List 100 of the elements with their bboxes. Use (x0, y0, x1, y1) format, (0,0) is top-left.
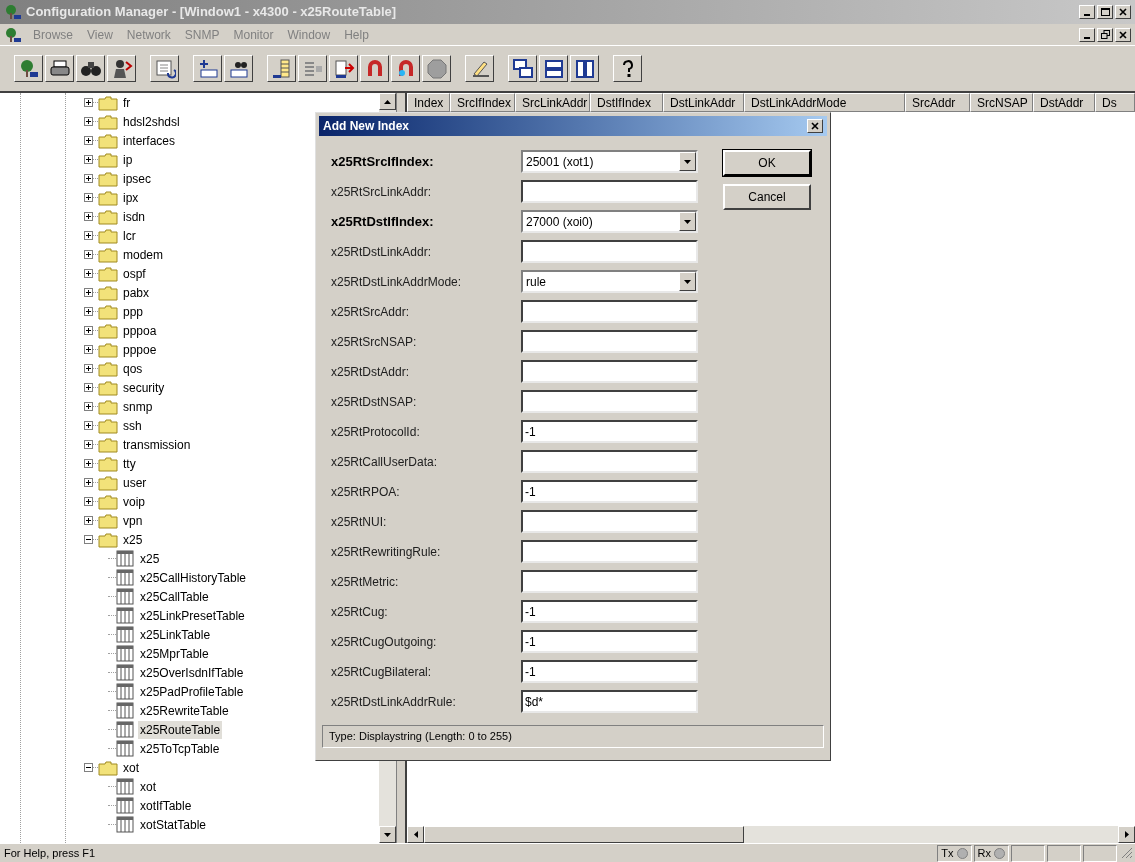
tree-item[interactable]: snmp (121, 397, 155, 416)
tree-item[interactable]: x25RewriteTable (138, 701, 231, 720)
tree-item[interactable]: xot (121, 758, 141, 777)
toolbar-button[interactable] (150, 55, 179, 82)
input-field[interactable] (521, 300, 698, 323)
toolbar-button[interactable] (570, 55, 599, 82)
restore-button[interactable] (1097, 27, 1113, 42)
toolbar-button[interactable] (193, 55, 222, 82)
tree-item[interactable]: interfaces (121, 131, 178, 150)
scroll-thumb[interactable] (424, 826, 744, 843)
tree-item[interactable]: ip (121, 150, 135, 169)
tree-item[interactable]: lcr (121, 226, 138, 245)
input-field[interactable]: $d* (521, 690, 698, 713)
tree-item[interactable]: transmission (121, 435, 193, 454)
expand-icon[interactable] (84, 136, 93, 145)
column-header[interactable]: DstLinkAddr (663, 93, 744, 112)
tree-item[interactable]: x25RouteTable (138, 720, 223, 739)
column-header[interactable]: Index (407, 93, 450, 112)
tree-item[interactable]: x25PadProfileTable (138, 682, 246, 701)
column-header[interactable]: SrcLinkAddr (515, 93, 590, 112)
column-header[interactable]: DstAddr (1033, 93, 1095, 112)
dropdown[interactable]: 25001 (xot1) (521, 150, 698, 173)
toolbar-button[interactable] (298, 55, 327, 82)
expand-icon[interactable] (84, 288, 93, 297)
toolbar-button[interactable] (539, 55, 568, 82)
expand-icon[interactable] (84, 117, 93, 126)
expand-icon[interactable] (84, 231, 93, 240)
expand-icon[interactable] (84, 98, 93, 107)
expand-icon[interactable] (84, 326, 93, 335)
toolbar-button[interactable] (329, 55, 358, 82)
input-field[interactable]: -1 (521, 480, 698, 503)
expand-icon[interactable] (84, 402, 93, 411)
toolbar-button[interactable] (267, 55, 296, 82)
tree-item[interactable]: x25 (121, 530, 145, 549)
toolbar-button[interactable] (508, 55, 537, 82)
tree-item[interactable]: x25LinkPresetTable (138, 606, 247, 625)
tree-item[interactable]: pppoa (121, 321, 159, 340)
expand-icon[interactable] (84, 440, 93, 449)
tree-item[interactable]: ospf (121, 264, 148, 283)
expand-icon[interactable] (84, 516, 93, 525)
dropdown[interactable]: 27000 (xoi0) (521, 210, 698, 233)
tree-item[interactable]: tty (121, 454, 138, 473)
toolbar-button[interactable] (613, 55, 642, 82)
expand-icon[interactable] (84, 155, 93, 164)
maximize-button[interactable] (1097, 5, 1113, 19)
input-field[interactable]: -1 (521, 630, 698, 653)
tree-item[interactable]: x25 (138, 549, 162, 568)
toolbar-button[interactable] (107, 55, 136, 82)
toolbar-button[interactable] (224, 55, 253, 82)
tree-item[interactable]: ipsec (121, 169, 153, 188)
tree-item[interactable]: x25CallTable (138, 587, 211, 606)
minimize-button[interactable] (1079, 27, 1095, 42)
input-field[interactable]: -1 (521, 600, 698, 623)
scroll-up-button[interactable] (379, 93, 397, 110)
input-field[interactable] (521, 330, 698, 353)
tree-item[interactable]: modem (121, 245, 165, 264)
column-header[interactable]: SrcIfIndex (450, 93, 515, 112)
collapse-icon[interactable] (84, 763, 93, 772)
minimize-button[interactable] (1079, 5, 1095, 19)
expand-icon[interactable] (84, 364, 93, 373)
tree-item[interactable]: x25ToTcpTable (138, 739, 222, 758)
collapse-icon[interactable] (84, 535, 93, 544)
tree-item[interactable]: pabx (121, 283, 152, 302)
expand-icon[interactable] (84, 459, 93, 468)
column-header[interactable]: SrcNSAP (970, 93, 1033, 112)
input-field[interactable] (521, 180, 698, 203)
close-button[interactable] (807, 119, 823, 133)
column-header[interactable]: DstLinkAddrMode (744, 93, 905, 112)
toolbar-button[interactable] (391, 55, 420, 82)
tree-item[interactable]: qos (121, 359, 145, 378)
column-header[interactable]: SrcAddr (905, 93, 970, 112)
column-header[interactable]: Ds (1095, 93, 1135, 112)
expand-icon[interactable] (84, 478, 93, 487)
tree-item[interactable]: xot (138, 777, 158, 796)
expand-icon[interactable] (84, 307, 93, 316)
scroll-down-button[interactable] (379, 826, 397, 843)
expand-icon[interactable] (84, 212, 93, 221)
tree-item[interactable]: fr (121, 93, 133, 112)
expand-icon[interactable] (84, 383, 93, 392)
tree-item[interactable]: xotStatTable (138, 815, 209, 834)
input-field[interactable]: -1 (521, 660, 698, 683)
tree-item[interactable]: isdn (121, 207, 147, 226)
horizontal-scrollbar[interactable] (407, 826, 1135, 843)
input-field[interactable] (521, 510, 698, 533)
dialog-button[interactable]: Cancel (723, 184, 811, 210)
tree-item[interactable]: xotIfTable (138, 796, 194, 815)
input-field[interactable] (521, 540, 698, 563)
expand-icon[interactable] (84, 345, 93, 354)
close-button[interactable] (1115, 5, 1131, 19)
dropdown[interactable]: rule (521, 270, 698, 293)
tree-item[interactable]: ppp (121, 302, 146, 321)
toolbar-button[interactable] (465, 55, 494, 82)
input-field[interactable] (521, 390, 698, 413)
expand-icon[interactable] (84, 421, 93, 430)
expand-icon[interactable] (84, 250, 93, 259)
tree-item[interactable]: user (121, 473, 149, 492)
input-field[interactable] (521, 450, 698, 473)
expand-icon[interactable] (84, 497, 93, 506)
expand-icon[interactable] (84, 193, 93, 202)
toolbar-button[interactable] (422, 55, 451, 82)
